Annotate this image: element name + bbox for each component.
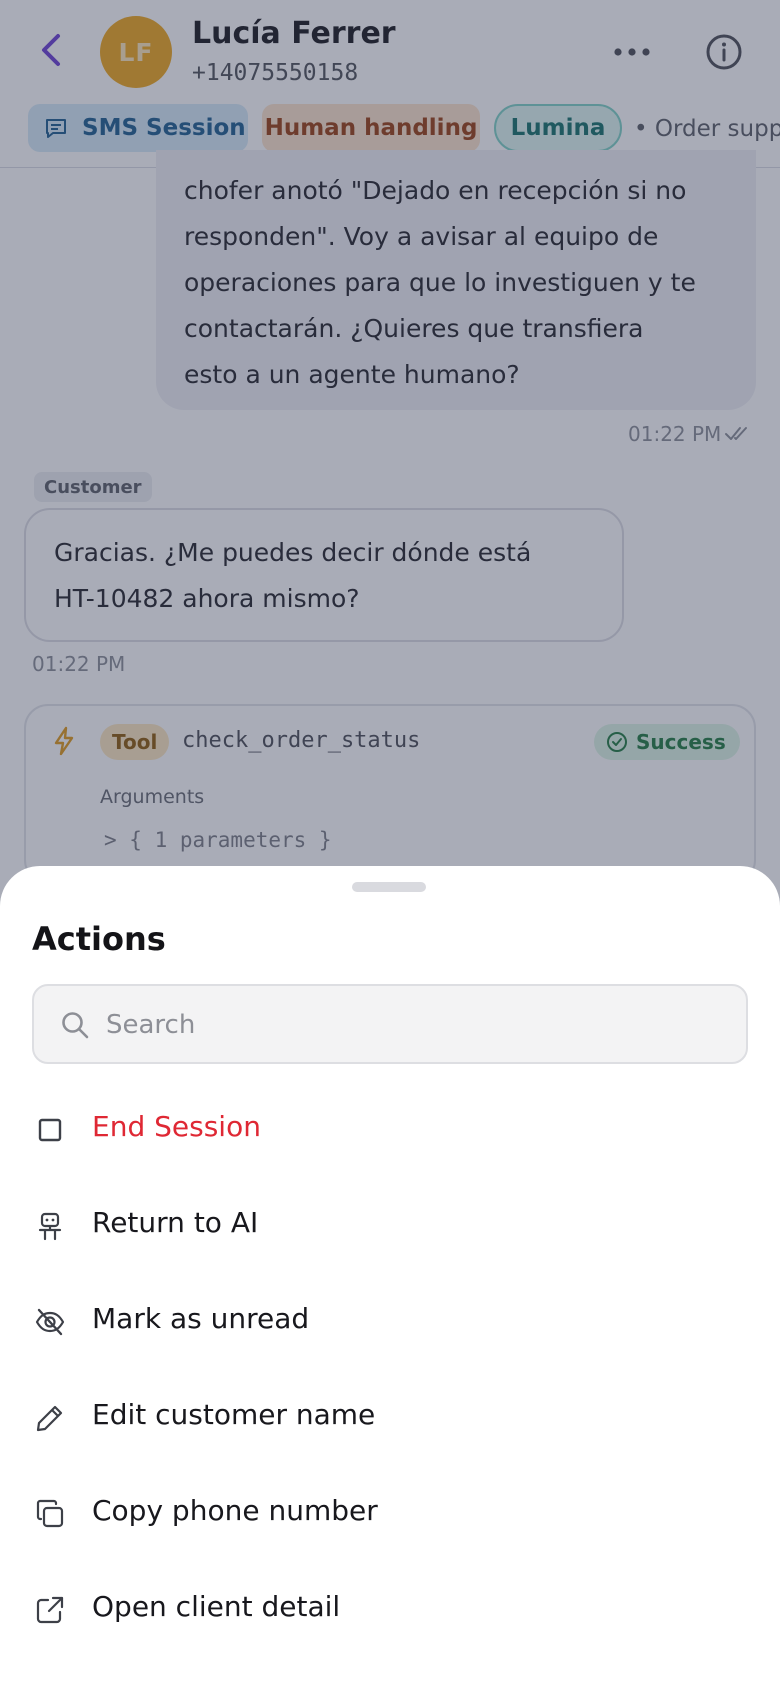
search-icon — [62, 1012, 89, 1039]
edit-customer-name-action[interactable]: Edit customer name — [0, 1368, 780, 1464]
mark-as-unread-action[interactable]: Mark as unread — [0, 1272, 780, 1368]
external-link-icon — [36, 1596, 64, 1624]
stop-square-icon — [38, 1118, 62, 1142]
open-client-detail-action[interactable]: Open client detail — [0, 1560, 780, 1656]
copy-phone-number-action[interactable]: Copy phone number — [0, 1464, 780, 1560]
end-session-action[interactable]: End Session — [0, 1080, 780, 1176]
search-box[interactable] — [32, 984, 748, 1064]
sheet-title: Actions — [32, 920, 166, 958]
action-label: End Session — [92, 1110, 261, 1143]
actions-sheet: Actions End Session Return to AI Mark as… — [0, 866, 780, 1688]
pencil-icon — [36, 1405, 63, 1432]
action-label: Copy phone number — [92, 1494, 378, 1527]
action-label: Edit customer name — [92, 1398, 376, 1431]
copy-icon — [36, 1499, 64, 1528]
robot-icon — [38, 1212, 62, 1241]
eye-off-icon — [35, 1308, 65, 1336]
action-label: Return to AI — [92, 1206, 259, 1239]
action-label: Open client detail — [92, 1590, 341, 1623]
action-label: Mark as unread — [92, 1302, 310, 1335]
return-to-ai-action[interactable]: Return to AI — [0, 1176, 780, 1272]
search-input[interactable] — [106, 1000, 726, 1050]
sheet-drag-handle[interactable] — [352, 882, 426, 892]
